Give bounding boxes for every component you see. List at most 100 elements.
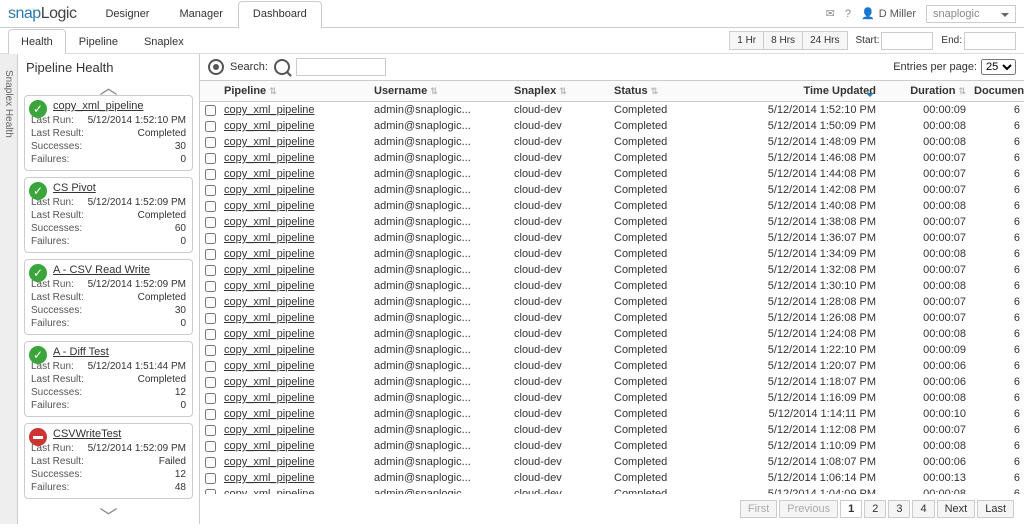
col-snaplex[interactable]: Snaplex [510,85,610,97]
row-checkbox[interactable] [205,169,216,180]
target-icon[interactable] [208,59,224,75]
card-title[interactable]: CS Pivot [53,182,186,194]
health-card[interactable]: CSVWriteTestLast Run:5/12/2014 1:52:09 P… [24,423,193,499]
row-checkbox[interactable] [205,185,216,196]
card-title[interactable]: copy_xml_pipeline [53,100,186,112]
cell-pipeline[interactable]: copy_xml_pipeline [220,104,370,116]
row-checkbox[interactable] [205,361,216,372]
row-checkbox[interactable] [205,313,216,324]
col-duration[interactable]: Duration [880,85,970,97]
cell-pipeline[interactable]: copy_xml_pipeline [220,360,370,372]
row-checkbox[interactable] [205,137,216,148]
row-checkbox[interactable] [205,345,216,356]
cell-pipeline[interactable]: copy_xml_pipeline [220,232,370,244]
start-input[interactable] [881,32,933,50]
row-checkbox[interactable] [205,457,216,468]
pager-last[interactable]: Last [977,500,1014,518]
search-input[interactable] [296,58,386,76]
cell-time-updated: 5/12/2014 1:46:08 PM [720,152,880,164]
row-checkbox[interactable] [205,233,216,244]
cell-pipeline[interactable]: copy_xml_pipeline [220,264,370,276]
cell-pipeline[interactable]: copy_xml_pipeline [220,328,370,340]
row-checkbox[interactable] [205,441,216,452]
col-username[interactable]: Username [370,85,510,97]
health-card[interactable]: copy_xml_pipelineLast Run:5/12/2014 1:52… [24,95,193,171]
cell-pipeline[interactable]: copy_xml_pipeline [220,136,370,148]
subtab-pipeline[interactable]: Pipeline [66,29,131,54]
snaplex-health-sidetab[interactable]: Snaplex Health [0,54,18,524]
cell-pipeline[interactable]: copy_xml_pipeline [220,344,370,356]
epp-select[interactable]: 25 [981,59,1016,75]
row-checkbox[interactable] [205,217,216,228]
cell-time-updated: 5/12/2014 1:48:09 PM [720,136,880,148]
range-8hrs[interactable]: 8 Hrs [763,31,803,50]
cell-pipeline[interactable]: copy_xml_pipeline [220,312,370,324]
cell-pipeline[interactable]: copy_xml_pipeline [220,216,370,228]
scroll-up-icon[interactable]: ︿ [18,81,199,95]
tab-designer[interactable]: Designer [90,1,164,28]
health-card[interactable]: A - Diff TestLast Run:5/12/2014 1:51:44 … [24,341,193,417]
row-checkbox[interactable] [205,281,216,292]
card-successes-label: Successes: [31,304,82,317]
subtab-health[interactable]: Health [8,29,66,54]
pager-3[interactable]: 3 [888,500,910,518]
cell-pipeline[interactable]: copy_xml_pipeline [220,408,370,420]
row-checkbox[interactable] [205,121,216,132]
row-checkbox[interactable] [205,265,216,276]
range-24hrs[interactable]: 24 Hrs [802,31,847,50]
pager-next[interactable]: Next [937,500,976,518]
org-dropdown[interactable]: snaplogic [926,5,1016,23]
row-checkbox[interactable] [205,377,216,388]
row-checkbox[interactable] [205,201,216,212]
cell-pipeline[interactable]: copy_xml_pipeline [220,392,370,404]
col-pipeline[interactable]: Pipeline [220,85,370,97]
cell-pipeline[interactable]: copy_xml_pipeline [220,376,370,388]
row-checkbox[interactable] [205,105,216,116]
row-checkbox[interactable] [205,153,216,164]
cell-pipeline[interactable]: copy_xml_pipeline [220,456,370,468]
pager-first[interactable]: First [740,500,777,518]
cell-username: admin@snaplogic... [370,472,510,484]
cell-pipeline[interactable]: copy_xml_pipeline [220,440,370,452]
end-input[interactable] [964,32,1016,50]
range-1hr[interactable]: 1 Hr [729,31,764,50]
cell-pipeline[interactable]: copy_xml_pipeline [220,424,370,436]
row-checkbox[interactable] [205,249,216,260]
mail-icon[interactable]: ✉ [826,7,835,20]
cell-pipeline[interactable]: copy_xml_pipeline [220,152,370,164]
subtab-snaplex[interactable]: Snaplex [131,29,197,54]
cell-pipeline[interactable]: copy_xml_pipeline [220,168,370,180]
scroll-down-icon[interactable]: ﹀ [18,510,199,524]
row-checkbox[interactable] [205,473,216,484]
health-card[interactable]: A - CSV Read WriteLast Run:5/12/2014 1:5… [24,259,193,335]
row-checkbox[interactable] [205,297,216,308]
cell-pipeline[interactable]: copy_xml_pipeline [220,280,370,292]
health-card[interactable]: CS PivotLast Run:5/12/2014 1:52:09 PMLas… [24,177,193,253]
cell-status: Completed [610,328,720,340]
cell-pipeline[interactable]: copy_xml_pipeline [220,184,370,196]
cell-pipeline[interactable]: copy_xml_pipeline [220,248,370,260]
cell-pipeline[interactable]: copy_xml_pipeline [220,296,370,308]
row-checkbox[interactable] [205,425,216,436]
row-checkbox[interactable] [205,409,216,420]
pager-2[interactable]: 2 [864,500,886,518]
row-checkbox[interactable] [205,329,216,340]
card-successes-label: Successes: [31,140,82,153]
cell-pipeline[interactable]: copy_xml_pipeline [220,472,370,484]
tab-dashboard[interactable]: Dashboard [238,1,322,28]
cell-pipeline[interactable]: copy_xml_pipeline [220,200,370,212]
card-title[interactable]: A - Diff Test [53,346,186,358]
help-icon[interactable]: ? [845,8,851,20]
col-status[interactable]: Status [610,85,720,97]
pager-1[interactable]: 1 [840,500,862,518]
col-time-updated[interactable]: Time Updated [720,85,880,97]
card-title[interactable]: A - CSV Read Write [53,264,186,276]
user-chip[interactable]: 👤 D Miller [861,7,916,20]
pager-4[interactable]: 4 [912,500,934,518]
row-checkbox[interactable] [205,393,216,404]
cell-pipeline[interactable]: copy_xml_pipeline [220,120,370,132]
pager-prev[interactable]: Previous [779,500,838,518]
col-documents[interactable]: Documents [970,85,1024,97]
card-title[interactable]: CSVWriteTest [53,428,186,440]
tab-manager[interactable]: Manager [164,1,237,28]
